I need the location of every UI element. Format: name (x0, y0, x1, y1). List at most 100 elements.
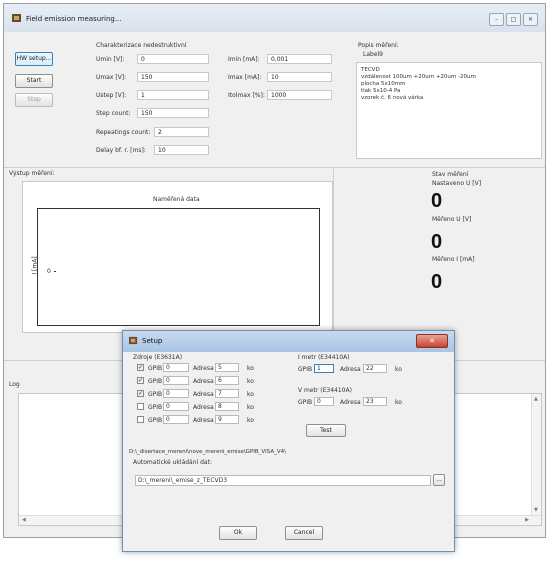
scroll-up-icon[interactable]: ▲ (534, 396, 538, 402)
i-meter-header: I metr (E34410A) (298, 354, 350, 361)
gpib-input[interactable]: 0 (163, 376, 189, 385)
ustep-label: Ustep [V]: (96, 92, 127, 99)
gpib-label: GPIB (148, 404, 163, 411)
i-meter-status: ko (395, 366, 402, 373)
ustep-input[interactable]: 1 (137, 90, 209, 100)
description-line: plocha 5x10mm (361, 81, 406, 87)
address-label: Adresa (193, 417, 214, 424)
measured-current-value: 0 (431, 271, 443, 293)
address-input[interactable]: 5 (215, 363, 239, 372)
description-line: vzdálenost 100um +20um +20um -20um (361, 74, 476, 80)
source-checkbox[interactable]: ✓ (137, 364, 144, 371)
autosave-path-input[interactable]: D:\_mereni\_emise_z_TECVD3 (135, 475, 431, 486)
gpib-label: GPIB (298, 366, 313, 373)
gpib-input[interactable]: 0 (163, 415, 189, 424)
gpib-label: GPIB (148, 365, 163, 372)
scroll-right-icon[interactable]: ▶ (525, 517, 529, 523)
y-tick-label: 0 (47, 268, 51, 275)
plot-area (37, 208, 320, 326)
gpib-label: GPIB (148, 417, 163, 424)
delay-input[interactable]: 10 (154, 145, 209, 155)
status-text: ko (247, 378, 254, 385)
umin-label: Umin [V]: (96, 56, 125, 63)
itolmax-input[interactable]: 1000 (267, 90, 332, 100)
gpib-input[interactable]: 0 (163, 402, 189, 411)
v-meter-gpib-input[interactable]: 0 (314, 397, 334, 406)
chart-panel: Naměřená data I [mA] 0 (22, 181, 333, 333)
log-vertical-scrollbar[interactable]: ▲ ▼ (531, 394, 541, 525)
source-checkbox[interactable] (137, 416, 144, 423)
status-text: ko (247, 365, 254, 372)
imax-label: Imax [mA]: (228, 74, 262, 81)
repeatings-label: Repeatings count: (96, 129, 151, 136)
source-checkbox[interactable] (137, 403, 144, 410)
step-count-label: Step count: (96, 110, 131, 117)
y-tick-mark (54, 271, 56, 272)
step-count-input[interactable]: 150 (137, 108, 209, 118)
stop-button[interactable]: Stop (15, 93, 53, 107)
address-label: Adresa (193, 391, 214, 398)
setup-title-bar: Setup ✕ (123, 331, 454, 352)
itolmax-label: Itolmax [%]: (228, 92, 265, 99)
description-header: Popis měření: (358, 42, 399, 49)
cancel-button[interactable]: Cancel (285, 526, 323, 540)
output-header: Výstup měření: (9, 170, 55, 177)
source-row: ✓ GPIB 0 Adresa 6 ko (137, 376, 297, 386)
address-label: Adresa (193, 365, 214, 372)
status-text: ko (247, 404, 254, 411)
source-row: ✓ GPIB 0 Adresa 7 ko (137, 389, 297, 399)
set-voltage-value: 0 (431, 190, 443, 212)
scroll-left-icon[interactable]: ◀ (22, 517, 26, 523)
i-meter-address-input[interactable]: 22 (363, 364, 387, 373)
i-meter-gpib-input[interactable]: 1 (314, 364, 334, 373)
umax-label: Umax [V]: (96, 74, 127, 81)
setup-close-button[interactable]: ✕ (416, 334, 448, 348)
gpib-input[interactable]: 0 (163, 389, 189, 398)
test-button[interactable]: Test (306, 424, 346, 437)
description-label: Label9 (363, 51, 384, 58)
maximize-button[interactable]: □ (506, 13, 521, 26)
umin-input[interactable]: 0 (137, 54, 209, 64)
v-meter-header: V metr (E34410A) (298, 387, 352, 394)
chart-title: Naměřená data (153, 196, 200, 203)
scroll-down-icon[interactable]: ▼ (534, 507, 538, 513)
source-row: GPIB 0 Adresa 9 ko (137, 415, 297, 425)
start-button[interactable]: Start (15, 74, 53, 88)
minimize-button[interactable]: – (489, 13, 504, 26)
source-checkbox[interactable]: ✓ (137, 390, 144, 397)
imin-label: Imin [mA]: (228, 56, 260, 63)
repeatings-input[interactable]: 2 (154, 127, 209, 137)
address-label: Adresa (340, 366, 361, 373)
setup-app-icon (129, 336, 138, 345)
address-input[interactable]: 6 (215, 376, 239, 385)
y-axis-label: I [mA] (31, 256, 39, 275)
set-voltage-label: Nastaveno U [V] (432, 180, 482, 187)
address-label: Adresa (340, 399, 361, 406)
delay-label: Delay bf. r. [ms]: (96, 147, 146, 154)
address-input[interactable]: 9 (215, 415, 239, 424)
description-line: TECVD (361, 67, 380, 73)
source-checkbox[interactable]: ✓ (137, 377, 144, 384)
log-header: Log (9, 381, 20, 388)
source-row: ✓ GPIB 0 Adresa 5 ko (137, 363, 297, 373)
status-text: ko (247, 391, 254, 398)
description-line: tlak 5x10-4 Pa (361, 88, 401, 94)
umax-input[interactable]: 150 (137, 72, 209, 82)
gpib-label: GPIB (298, 399, 313, 406)
address-input[interactable]: 8 (215, 402, 239, 411)
browse-button[interactable]: ... (433, 474, 445, 486)
hw-setup-button[interactable]: HW setup... (15, 52, 53, 66)
path-text: D:\_disertace_mereni\nove_mereni_emise\G… (129, 449, 287, 455)
sources-header: Zdroje (E3631A) (133, 354, 183, 361)
address-input[interactable]: 7 (215, 389, 239, 398)
measured-voltage-value: 0 (431, 231, 443, 253)
close-button[interactable]: ✕ (523, 13, 538, 26)
gpib-input[interactable]: 0 (163, 363, 189, 372)
imin-input[interactable]: 0,001 (267, 54, 332, 64)
description-textarea[interactable]: TECVD vzdálenost 100um +20um +20um -20um… (356, 62, 542, 159)
imax-input[interactable]: 10 (267, 72, 332, 82)
v-meter-address-input[interactable]: 23 (363, 397, 387, 406)
gpib-label: GPIB (148, 378, 163, 385)
ok-button[interactable]: Ok (219, 526, 257, 540)
autosave-label: Automatické ukládání dat: (133, 459, 212, 466)
